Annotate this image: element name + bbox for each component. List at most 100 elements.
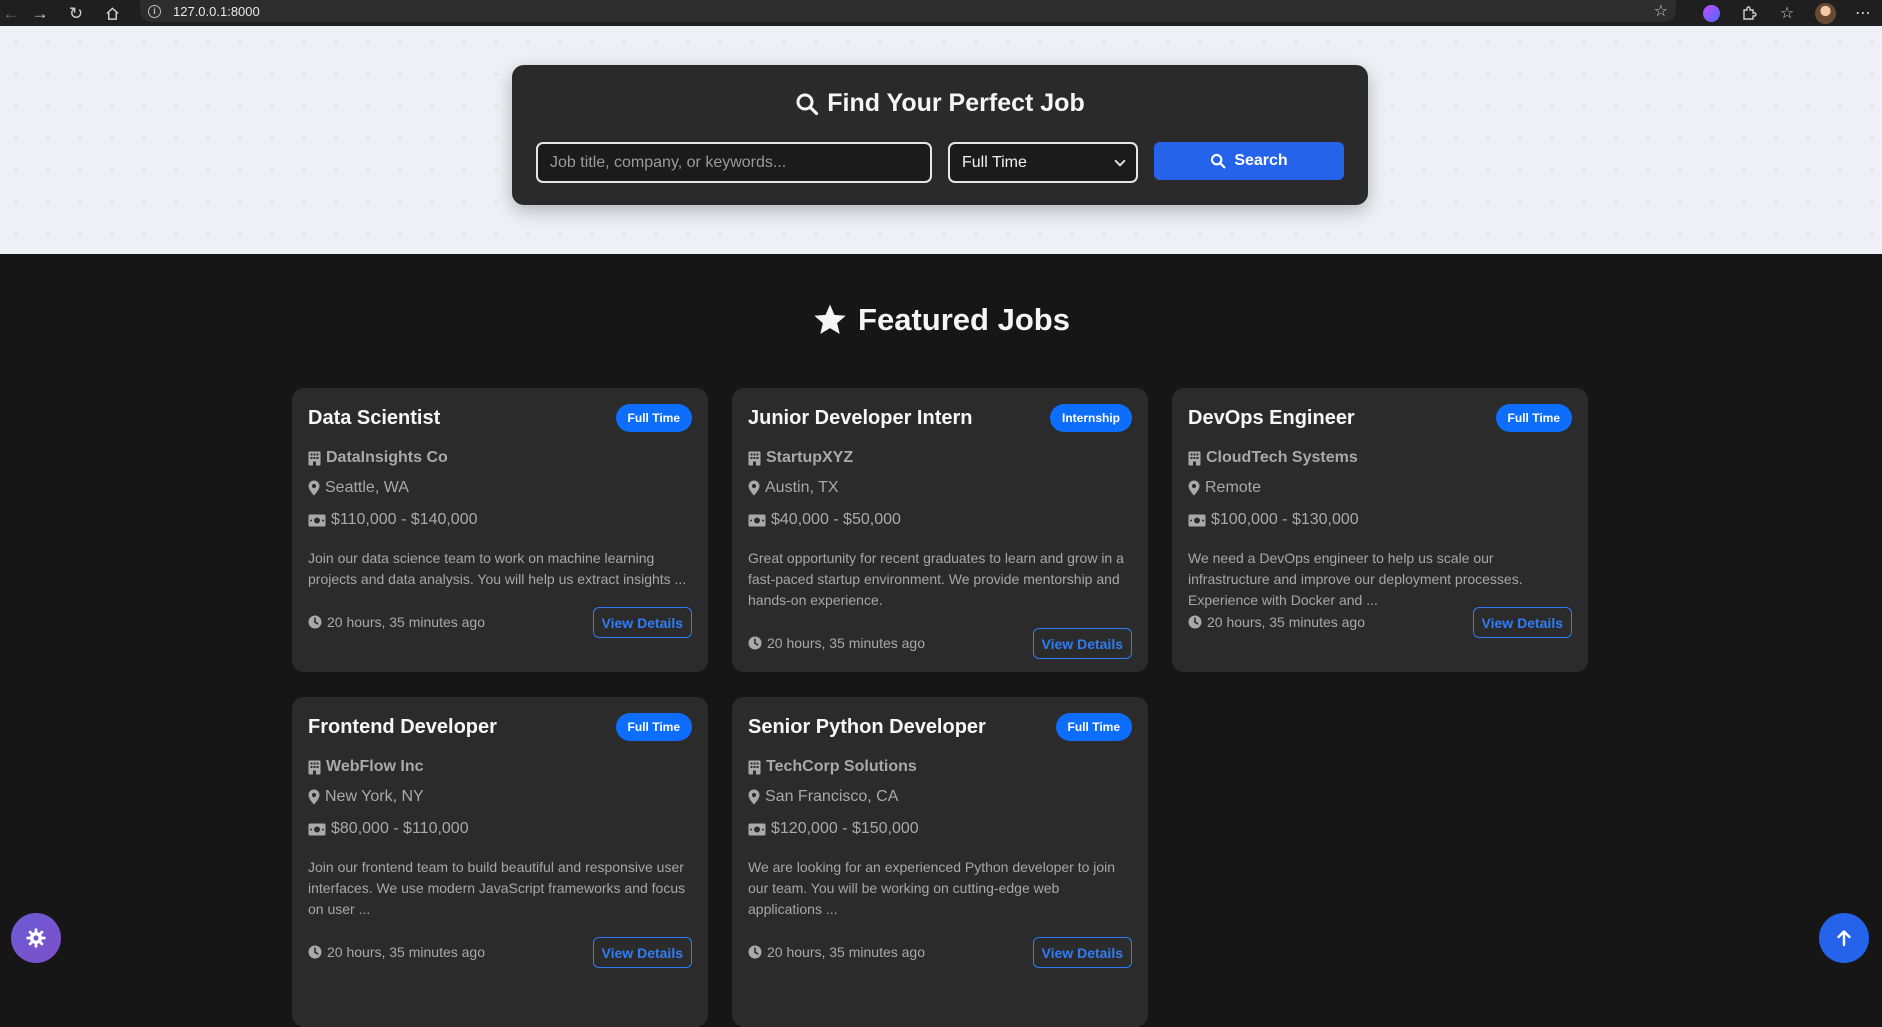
company-row: DataInsights Co xyxy=(308,449,448,467)
money-bill-icon xyxy=(748,514,766,527)
featured-heading: Featured Jobs xyxy=(0,302,1882,338)
posted-text: 20 hours, 35 minutes ago xyxy=(327,614,485,630)
building-icon xyxy=(1188,451,1201,466)
posted-time: 20 hours, 35 minutes ago xyxy=(308,944,485,960)
location-row: Austin, TX xyxy=(748,479,839,497)
job-type-badge: Full Time xyxy=(615,404,692,432)
clock-icon xyxy=(308,945,322,959)
job-type-select[interactable]: Full Time xyxy=(948,142,1138,183)
job-salary: $100,000 - $130,000 xyxy=(1211,511,1359,528)
job-description: Great opportunity for recent graduates t… xyxy=(748,550,1124,608)
job-description: Join our data science team to work on ma… xyxy=(308,550,687,587)
theme-settings-button[interactable] xyxy=(11,913,61,963)
more-menu-icon[interactable]: ⋯ xyxy=(1844,3,1882,23)
location-row: New York, NY xyxy=(308,788,424,806)
job-salary: $110,000 - $140,000 xyxy=(331,511,478,528)
search-button[interactable]: Search xyxy=(1154,142,1344,180)
money-bill-icon xyxy=(1188,514,1206,527)
salary-row: $120,000 - $150,000 xyxy=(748,820,919,838)
salary-row: $40,000 - $50,000 xyxy=(748,511,901,529)
job-card: Senior Python Developer Full Time TechCorp… xyxy=(732,697,1148,1027)
job-card: Data Scientist Full Time DataInsights Co Se… xyxy=(292,388,708,672)
chevron-down-icon xyxy=(1114,154,1126,167)
star-icon xyxy=(814,304,846,335)
job-card: DevOps Engineer Full Time CloudTech System… xyxy=(1172,388,1588,672)
url-text: 127.0.0.1:8000 xyxy=(173,3,260,19)
job-title[interactable]: Data Scientist xyxy=(308,407,440,430)
job-title[interactable]: Senior Python Developer xyxy=(748,716,986,739)
posted-time: 20 hours, 35 minutes ago xyxy=(748,944,925,960)
search-button-label: Search xyxy=(1234,152,1288,169)
keyword-search-input[interactable] xyxy=(536,142,932,183)
job-type-selected-value: Full Time xyxy=(962,153,1027,171)
building-icon xyxy=(748,451,761,466)
search-panel: Find Your Perfect Job Full Time Search xyxy=(512,65,1368,205)
favorites-icon[interactable]: ☆ xyxy=(1768,3,1806,23)
bookmark-star-icon[interactable]: ☆ xyxy=(1654,1,1668,21)
view-details-button[interactable]: View Details xyxy=(592,937,692,968)
job-type-badge: Internship xyxy=(1049,404,1132,432)
company-name: StartupXYZ xyxy=(766,449,854,466)
map-pin-icon xyxy=(308,480,320,496)
company-name: WebFlow Inc xyxy=(326,758,424,775)
site-info-icon[interactable]: i xyxy=(148,4,161,18)
search-heading: Find Your Perfect Job xyxy=(512,89,1368,118)
job-type-badge: Full Time xyxy=(1495,404,1572,432)
reload-icon[interactable]: ↻ xyxy=(58,0,94,26)
map-pin-icon xyxy=(748,789,760,805)
view-details-button[interactable]: View Details xyxy=(592,607,692,638)
job-location: Austin, TX xyxy=(765,479,839,496)
extensions-puzzle-icon[interactable] xyxy=(1730,5,1768,21)
posted-time: 20 hours, 35 minutes ago xyxy=(1188,614,1365,630)
building-icon xyxy=(308,760,321,775)
posted-text: 20 hours, 35 minutes ago xyxy=(767,944,925,960)
job-location: New York, NY xyxy=(325,788,424,805)
scroll-to-top-button[interactable] xyxy=(1819,913,1869,963)
posted-time: 20 hours, 35 minutes ago xyxy=(308,614,485,630)
gear-icon xyxy=(26,928,46,948)
posted-text: 20 hours, 35 minutes ago xyxy=(327,944,485,960)
money-bill-icon xyxy=(748,823,766,836)
company-row: WebFlow Inc xyxy=(308,758,423,776)
view-details-button[interactable]: View Details xyxy=(1032,937,1132,968)
building-icon xyxy=(308,451,321,466)
salary-row: $80,000 - $110,000 xyxy=(308,820,469,838)
browser-toolbar: ← → ↻ i 127.0.0.1:8000 ☆ ☆ ⋯ xyxy=(0,0,1882,26)
company-name: CloudTech Systems xyxy=(1206,449,1358,466)
money-bill-icon xyxy=(308,823,326,836)
location-row: Remote xyxy=(1188,479,1261,497)
job-type-badge: Full Time xyxy=(1055,713,1132,741)
job-salary: $40,000 - $50,000 xyxy=(771,511,901,528)
company-name: TechCorp Solutions xyxy=(766,758,917,775)
location-row: San Francisco, CA xyxy=(748,788,898,806)
featured-title: Featured Jobs xyxy=(858,302,1070,337)
job-location: San Francisco, CA xyxy=(765,788,899,805)
clock-icon xyxy=(748,636,762,650)
job-location: Remote xyxy=(1205,479,1262,496)
view-details-button[interactable]: View Details xyxy=(1472,607,1572,638)
job-type-badge: Full Time xyxy=(615,713,692,741)
posted-text: 20 hours, 35 minutes ago xyxy=(767,635,925,651)
job-title[interactable]: DevOps Engineer xyxy=(1188,407,1355,430)
view-details-button[interactable]: View Details xyxy=(1032,628,1132,659)
map-pin-icon xyxy=(308,789,320,805)
job-description: We are looking for an experienced Python… xyxy=(748,859,1116,917)
clock-icon xyxy=(1188,615,1202,629)
address-bar[interactable]: i 127.0.0.1:8000 ☆ xyxy=(140,0,1676,22)
forward-arrow-icon[interactable]: → xyxy=(22,0,58,26)
job-title[interactable]: Frontend Developer xyxy=(308,716,497,739)
salary-row: $100,000 - $130,000 xyxy=(1188,511,1359,529)
arrow-up-icon xyxy=(1837,930,1851,947)
profile-avatar[interactable] xyxy=(1806,2,1844,24)
building-icon xyxy=(748,760,761,775)
extension-brain-icon[interactable] xyxy=(1692,4,1730,22)
map-pin-icon xyxy=(1188,480,1200,496)
hero-section: Find Your Perfect Job Full Time Search xyxy=(0,26,1882,254)
job-title[interactable]: Junior Developer Intern xyxy=(748,407,973,430)
search-title: Find Your Perfect Job xyxy=(827,89,1085,117)
company-name: DataInsights Co xyxy=(326,449,448,466)
posted-text: 20 hours, 35 minutes ago xyxy=(1207,614,1365,630)
back-arrow-icon[interactable]: ← xyxy=(0,0,22,26)
clock-icon xyxy=(748,945,762,959)
home-icon[interactable] xyxy=(94,0,130,26)
